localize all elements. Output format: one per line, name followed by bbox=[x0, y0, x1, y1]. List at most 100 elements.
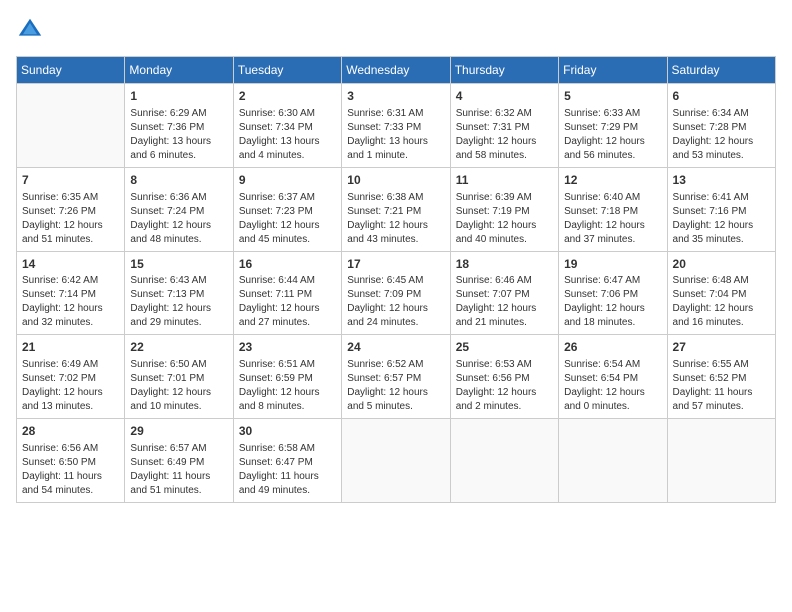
cell-content: Sunrise: 6:51 AM Sunset: 6:59 PM Dayligh… bbox=[239, 358, 336, 414]
calendar-cell: 25 Sunrise: 6:53 AM Sunset: 6:56 PM Dayli… bbox=[450, 335, 558, 419]
calendar-cell: 17Sunrise: 6:45 AM Sunset: 7:09 PM Dayli… bbox=[342, 251, 450, 335]
calendar-cell: 1 Sunrise: 6:29 AM Sunset: 7:36 PM Daylig… bbox=[125, 84, 233, 168]
day-number: 14 bbox=[22, 256, 119, 273]
day-number: 11 bbox=[456, 172, 553, 189]
cell-content: Sunrise: 6:40 AM Sunset: 7:18 PM Dayligh… bbox=[564, 191, 661, 247]
calendar-cell: 10 Sunrise: 6:38 AM Sunset: 7:21 PM Dayli… bbox=[342, 167, 450, 251]
cell-content: Sunrise: 6:35 AM Sunset: 7:26 PM Dayligh… bbox=[22, 191, 119, 247]
cell-content: Sunrise: 6:31 AM Sunset: 7:33 PM Dayligh… bbox=[347, 107, 444, 163]
cell-content: Sunrise: 6:42 AM Sunset: 7:14 PM Dayligh… bbox=[22, 274, 119, 330]
day-number: 19 bbox=[564, 256, 661, 273]
day-number: 18 bbox=[456, 256, 553, 273]
calendar-week-row: 14Sunrise: 6:42 AM Sunset: 7:14 PM Dayli… bbox=[17, 251, 776, 335]
calendar-header-row: SundayMondayTuesdayWednesdayThursdayFrid… bbox=[17, 57, 776, 84]
calendar-cell: 27 Sunrise: 6:55 AM Sunset: 6:52 PM Dayli… bbox=[667, 335, 775, 419]
day-number: 9 bbox=[239, 172, 336, 189]
calendar-cell: 4 Sunrise: 6:32 AM Sunset: 7:31 PM Daylig… bbox=[450, 84, 558, 168]
calendar-cell bbox=[17, 84, 125, 168]
calendar-cell: 18Sunrise: 6:46 AM Sunset: 7:07 PM Dayli… bbox=[450, 251, 558, 335]
cell-content: Sunrise: 6:36 AM Sunset: 7:24 PM Dayligh… bbox=[130, 191, 227, 247]
cell-content: Sunrise: 6:44 AM Sunset: 7:11 PM Dayligh… bbox=[239, 274, 336, 330]
day-number: 25 bbox=[456, 339, 553, 356]
day-number: 29 bbox=[130, 423, 227, 440]
cell-content: Sunrise: 6:32 AM Sunset: 7:31 PM Dayligh… bbox=[456, 107, 553, 163]
calendar-cell: 7 Sunrise: 6:35 AM Sunset: 7:26 PM Daylig… bbox=[17, 167, 125, 251]
calendar-cell: 28 Sunrise: 6:56 AM Sunset: 6:50 PM Dayli… bbox=[17, 419, 125, 503]
day-number: 15 bbox=[130, 256, 227, 273]
calendar-cell: 11 Sunrise: 6:39 AM Sunset: 7:19 PM Dayli… bbox=[450, 167, 558, 251]
day-number: 28 bbox=[22, 423, 119, 440]
cell-content: Sunrise: 6:37 AM Sunset: 7:23 PM Dayligh… bbox=[239, 191, 336, 247]
calendar-cell: 16Sunrise: 6:44 AM Sunset: 7:11 PM Dayli… bbox=[233, 251, 341, 335]
day-number: 8 bbox=[130, 172, 227, 189]
calendar-cell: 13Sunrise: 6:41 AM Sunset: 7:16 PM Dayli… bbox=[667, 167, 775, 251]
day-header-friday: Friday bbox=[559, 57, 667, 84]
calendar-cell bbox=[559, 419, 667, 503]
cell-content: Sunrise: 6:34 AM Sunset: 7:28 PM Dayligh… bbox=[673, 107, 770, 163]
day-header-wednesday: Wednesday bbox=[342, 57, 450, 84]
calendar-cell: 5 Sunrise: 6:33 AM Sunset: 7:29 PM Daylig… bbox=[559, 84, 667, 168]
cell-content: Sunrise: 6:55 AM Sunset: 6:52 PM Dayligh… bbox=[673, 358, 770, 414]
cell-content: Sunrise: 6:46 AM Sunset: 7:07 PM Dayligh… bbox=[456, 274, 553, 330]
logo bbox=[16, 16, 48, 44]
day-header-tuesday: Tuesday bbox=[233, 57, 341, 84]
day-number: 23 bbox=[239, 339, 336, 356]
cell-content: Sunrise: 6:39 AM Sunset: 7:19 PM Dayligh… bbox=[456, 191, 553, 247]
day-number: 26 bbox=[564, 339, 661, 356]
day-number: 1 bbox=[130, 88, 227, 105]
day-number: 10 bbox=[347, 172, 444, 189]
calendar-cell: 14Sunrise: 6:42 AM Sunset: 7:14 PM Dayli… bbox=[17, 251, 125, 335]
cell-content: Sunrise: 6:56 AM Sunset: 6:50 PM Dayligh… bbox=[22, 442, 119, 498]
cell-content: Sunrise: 6:54 AM Sunset: 6:54 PM Dayligh… bbox=[564, 358, 661, 414]
day-header-sunday: Sunday bbox=[17, 57, 125, 84]
day-number: 17 bbox=[347, 256, 444, 273]
cell-content: Sunrise: 6:43 AM Sunset: 7:13 PM Dayligh… bbox=[130, 274, 227, 330]
calendar-cell: 8 Sunrise: 6:36 AM Sunset: 7:24 PM Daylig… bbox=[125, 167, 233, 251]
day-number: 30 bbox=[239, 423, 336, 440]
calendar-cell: 15Sunrise: 6:43 AM Sunset: 7:13 PM Dayli… bbox=[125, 251, 233, 335]
calendar-cell: 22Sunrise: 6:50 AM Sunset: 7:01 PM Dayli… bbox=[125, 335, 233, 419]
day-number: 5 bbox=[564, 88, 661, 105]
calendar-week-row: 28 Sunrise: 6:56 AM Sunset: 6:50 PM Dayli… bbox=[17, 419, 776, 503]
calendar-cell: 26 Sunrise: 6:54 AM Sunset: 6:54 PM Dayli… bbox=[559, 335, 667, 419]
day-number: 27 bbox=[673, 339, 770, 356]
day-number: 12 bbox=[564, 172, 661, 189]
calendar-cell: 2Sunrise: 6:30 AM Sunset: 7:34 PM Daylig… bbox=[233, 84, 341, 168]
calendar-cell: 20Sunrise: 6:48 AM Sunset: 7:04 PM Dayli… bbox=[667, 251, 775, 335]
day-number: 7 bbox=[22, 172, 119, 189]
calendar-cell: 30 Sunrise: 6:58 AM Sunset: 6:47 PM Dayli… bbox=[233, 419, 341, 503]
day-header-saturday: Saturday bbox=[667, 57, 775, 84]
cell-content: Sunrise: 6:53 AM Sunset: 6:56 PM Dayligh… bbox=[456, 358, 553, 414]
day-number: 22 bbox=[130, 339, 227, 356]
calendar-cell bbox=[450, 419, 558, 503]
calendar-week-row: 7 Sunrise: 6:35 AM Sunset: 7:26 PM Daylig… bbox=[17, 167, 776, 251]
day-number: 13 bbox=[673, 172, 770, 189]
calendar-cell: 29 Sunrise: 6:57 AM Sunset: 6:49 PM Dayli… bbox=[125, 419, 233, 503]
cell-content: Sunrise: 6:58 AM Sunset: 6:47 PM Dayligh… bbox=[239, 442, 336, 498]
calendar-cell: 9 Sunrise: 6:37 AM Sunset: 7:23 PM Daylig… bbox=[233, 167, 341, 251]
cell-content: Sunrise: 6:52 AM Sunset: 6:57 PM Dayligh… bbox=[347, 358, 444, 414]
day-number: 4 bbox=[456, 88, 553, 105]
day-number: 24 bbox=[347, 339, 444, 356]
calendar-cell bbox=[667, 419, 775, 503]
calendar-week-row: 21 Sunrise: 6:49 AM Sunset: 7:02 PM Dayli… bbox=[17, 335, 776, 419]
calendar-cell: 23 Sunrise: 6:51 AM Sunset: 6:59 PM Dayli… bbox=[233, 335, 341, 419]
day-number: 16 bbox=[239, 256, 336, 273]
cell-content: Sunrise: 6:57 AM Sunset: 6:49 PM Dayligh… bbox=[130, 442, 227, 498]
cell-content: Sunrise: 6:29 AM Sunset: 7:36 PM Dayligh… bbox=[130, 107, 227, 163]
day-number: 20 bbox=[673, 256, 770, 273]
cell-content: Sunrise: 6:38 AM Sunset: 7:21 PM Dayligh… bbox=[347, 191, 444, 247]
calendar-week-row: 1 Sunrise: 6:29 AM Sunset: 7:36 PM Daylig… bbox=[17, 84, 776, 168]
cell-content: Sunrise: 6:47 AM Sunset: 7:06 PM Dayligh… bbox=[564, 274, 661, 330]
calendar-cell: 3Sunrise: 6:31 AM Sunset: 7:33 PM Daylig… bbox=[342, 84, 450, 168]
page-header bbox=[16, 16, 776, 44]
day-header-monday: Monday bbox=[125, 57, 233, 84]
cell-content: Sunrise: 6:48 AM Sunset: 7:04 PM Dayligh… bbox=[673, 274, 770, 330]
cell-content: Sunrise: 6:49 AM Sunset: 7:02 PM Dayligh… bbox=[22, 358, 119, 414]
day-number: 21 bbox=[22, 339, 119, 356]
calendar-cell: 24 Sunrise: 6:52 AM Sunset: 6:57 PM Dayli… bbox=[342, 335, 450, 419]
calendar-cell: 21 Sunrise: 6:49 AM Sunset: 7:02 PM Dayli… bbox=[17, 335, 125, 419]
calendar-cell: 12 Sunrise: 6:40 AM Sunset: 7:18 PM Dayli… bbox=[559, 167, 667, 251]
cell-content: Sunrise: 6:33 AM Sunset: 7:29 PM Dayligh… bbox=[564, 107, 661, 163]
logo-icon bbox=[16, 16, 44, 44]
